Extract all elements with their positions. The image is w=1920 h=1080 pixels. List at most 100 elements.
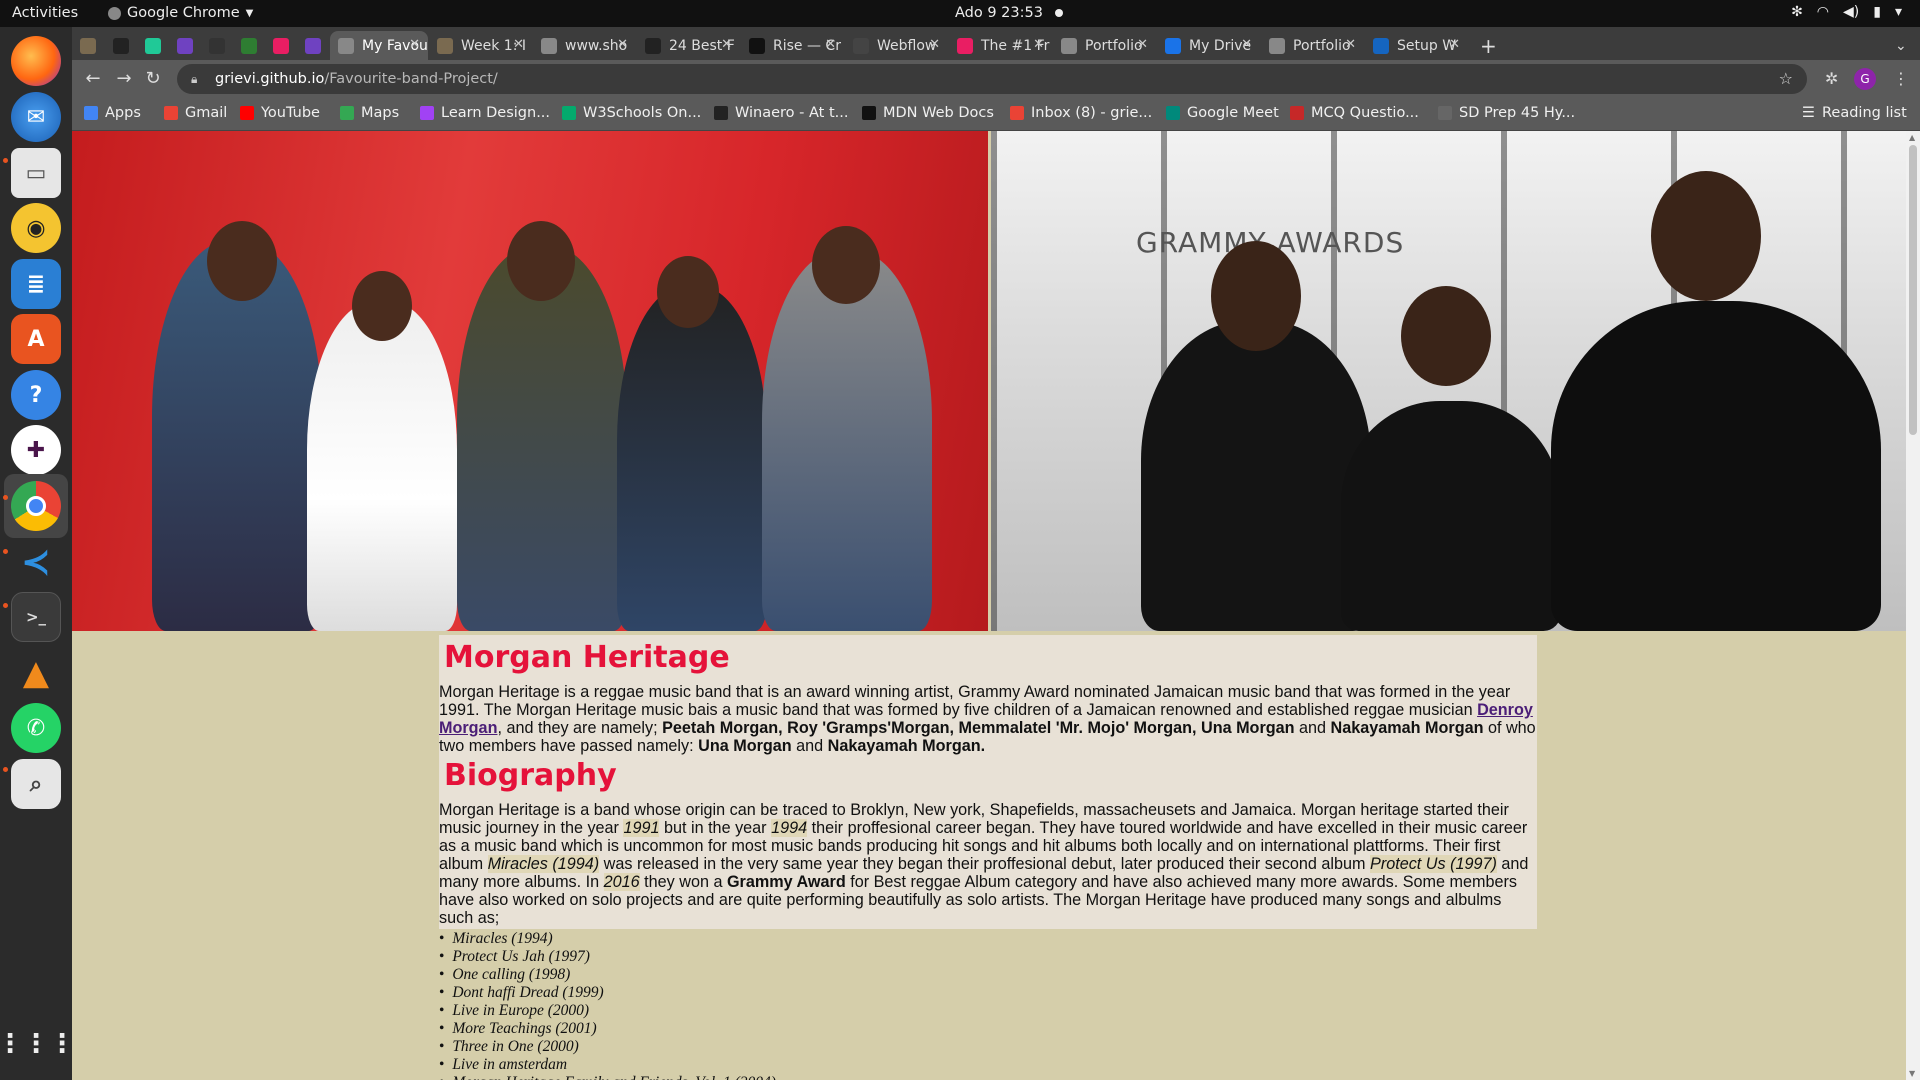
browser-tab[interactable] xyxy=(297,31,329,60)
browser-tab[interactable] xyxy=(105,31,137,60)
tab-close-icon[interactable]: ✕ xyxy=(929,37,940,52)
bookmark-item[interactable]: MCQ Questio... xyxy=(1290,105,1419,121)
browser-tab[interactable] xyxy=(169,31,201,60)
browser-tab[interactable]: Webflow ✕ xyxy=(845,31,948,60)
new-tab-plus-icon[interactable]: + xyxy=(1472,31,1502,60)
album-list-item: Live in Europe (2000) xyxy=(439,1002,776,1020)
scrollbar-thumb[interactable] xyxy=(1909,145,1917,435)
system-tray[interactable]: ✻ ◠ ◀) ▮ ▾ xyxy=(1791,4,1902,20)
bookmark-item[interactable]: Inbox (8) - grie... xyxy=(1010,105,1152,121)
libreoffice-writer-icon[interactable]: ≣ xyxy=(11,259,61,309)
bookmark-star-icon[interactable]: ☆ xyxy=(1779,64,1793,94)
member-bold: Nakayamah Morgan xyxy=(1330,719,1484,737)
scroll-down-arrow-icon[interactable]: ▼ xyxy=(1909,1069,1915,1078)
terminal-icon[interactable]: >_ xyxy=(11,592,61,642)
vlc-icon[interactable]: ▲ xyxy=(11,648,61,698)
tab-close-icon[interactable]: ✕ xyxy=(409,37,420,52)
chrome-icon[interactable] xyxy=(11,481,61,531)
passed-member-bold: Nakayamah Morgan. xyxy=(827,737,986,755)
browser-tab[interactable] xyxy=(233,31,265,60)
bookmark-item[interactable]: W3Schools On... xyxy=(562,105,701,121)
browser-tab[interactable] xyxy=(72,31,104,60)
tab-close-icon[interactable]: ✕ xyxy=(1449,37,1460,52)
intro-paragraph: Morgan Heritage is a reggae music band t… xyxy=(439,683,1537,755)
browser-tab[interactable]: My Drive ✕ xyxy=(1157,31,1260,60)
bookmark-item[interactable]: Winaero - At t... xyxy=(714,105,848,121)
files-icon[interactable]: ▭ xyxy=(11,148,61,198)
reading-list-label: Reading list xyxy=(1822,105,1907,121)
profile-avatar[interactable]: G xyxy=(1854,68,1876,90)
browser-tab[interactable] xyxy=(137,31,169,60)
tab-close-icon[interactable]: ✕ xyxy=(1033,37,1044,52)
power-menu-icon[interactable]: ▾ xyxy=(1895,4,1902,20)
browser-tab[interactable]: Week 1: I ✕ xyxy=(429,31,532,60)
tab-close-icon[interactable]: ✕ xyxy=(1137,37,1148,52)
browser-tab[interactable]: Rise — Cr ✕ xyxy=(741,31,844,60)
software-center-icon[interactable]: A xyxy=(11,314,61,364)
slack-icon[interactable]: ✚ xyxy=(11,425,61,475)
browser-tab[interactable]: 24 Best F ✕ xyxy=(637,31,740,60)
year-italic: 1991 xyxy=(623,819,660,837)
band-member-head xyxy=(507,221,575,301)
tab-close-icon[interactable]: ✕ xyxy=(617,37,628,52)
show-apps-grid-icon[interactable]: ⋮⋮⋮ xyxy=(0,1019,75,1069)
tab-favicon-icon xyxy=(645,37,661,54)
vscode-icon[interactable]: ≺ xyxy=(11,537,61,587)
bookmark-item[interactable]: MDN Web Docs xyxy=(862,105,994,121)
bookmark-label: YouTube xyxy=(261,105,320,121)
reload-icon[interactable]: ↻ xyxy=(142,68,164,90)
bookmark-item[interactable]: Google Meet xyxy=(1166,105,1279,121)
activities-button[interactable]: Activities xyxy=(12,5,78,21)
page-scrollbar[interactable]: ▲ ▼ xyxy=(1906,131,1920,1080)
bookmark-item[interactable]: Maps xyxy=(340,105,399,121)
reading-list-button[interactable]: ☰ Reading list xyxy=(1802,105,1907,121)
tab-close-icon[interactable]: ✕ xyxy=(1345,37,1356,52)
browser-tab[interactable]: Portfolio ✕ xyxy=(1261,31,1364,60)
bookmark-item[interactable]: Apps xyxy=(84,105,141,121)
slack-tray-icon[interactable]: ✻ xyxy=(1791,4,1803,20)
browser-tab[interactable]: The #1 Fr ✕ xyxy=(949,31,1052,60)
clock[interactable]: Ado 9 23:53 xyxy=(955,5,1063,21)
album-list: Miracles (1994)Protect Us Jah (1997)One … xyxy=(439,930,776,1080)
firefox-icon[interactable] xyxy=(11,36,61,86)
chrome-menu-kebab-icon[interactable]: ⋮ xyxy=(1893,69,1909,88)
thunderbird-icon[interactable]: ✉ xyxy=(11,92,61,142)
browser-tab[interactable]: www.sho ✕ xyxy=(533,31,636,60)
tab-search-dropdown-icon[interactable]: ⌄ xyxy=(1887,31,1915,60)
bookmark-favicon-icon xyxy=(862,106,876,120)
app-menu[interactable]: Google Chrome ▼ xyxy=(108,5,253,21)
tab-close-icon[interactable]: ✕ xyxy=(513,37,524,52)
browser-tab[interactable]: My Favou ✕ xyxy=(330,31,428,60)
tab-title: Portfolio xyxy=(1293,37,1351,54)
browser-tab[interactable]: Setup W ✕ xyxy=(1365,31,1468,60)
scroll-up-arrow-icon[interactable]: ▲ xyxy=(1909,133,1915,142)
tab-close-icon[interactable]: ✕ xyxy=(721,37,732,52)
back-arrow-icon[interactable]: ← xyxy=(82,68,104,90)
bookmark-label: Inbox (8) - grie... xyxy=(1031,105,1153,121)
extensions-puzzle-icon[interactable]: ✲ xyxy=(1825,69,1838,88)
tab-close-icon[interactable]: ✕ xyxy=(1241,37,1252,52)
url-host: grievi.github.io xyxy=(215,71,325,87)
forward-arrow-icon[interactable]: → xyxy=(113,68,135,90)
rhythmbox-icon[interactable]: ◉ xyxy=(11,203,61,253)
address-bar[interactable]: 🔒︎ grievi.github.io/Favourite-band-Proje… xyxy=(177,64,1807,94)
bookmark-item[interactable]: YouTube xyxy=(240,105,320,121)
help-icon[interactable]: ? xyxy=(11,370,61,420)
running-indicator xyxy=(3,158,8,163)
album-italic: Protect Us (1997) xyxy=(1370,855,1497,873)
bookmark-favicon-icon xyxy=(84,106,98,120)
bookmark-item[interactable]: Gmail xyxy=(164,105,227,121)
tab-close-icon[interactable]: ✕ xyxy=(825,37,836,52)
browser-tab[interactable] xyxy=(265,31,297,60)
browser-tab[interactable]: Portfolio ✕ xyxy=(1053,31,1156,60)
whatsapp-icon[interactable]: ✆ xyxy=(11,703,61,753)
reading-list-icon: ☰ xyxy=(1802,105,1815,121)
band-member-head xyxy=(1401,286,1491,386)
biography-heading: Biography xyxy=(444,758,617,793)
screenshot-search-icon[interactable]: ⌕ xyxy=(11,759,61,809)
bookmark-item[interactable]: SD Prep 45 Hy... xyxy=(1438,105,1575,121)
bookmark-item[interactable]: Learn Design... xyxy=(420,105,550,121)
bookmark-label: Learn Design... xyxy=(441,105,551,121)
browser-tab[interactable] xyxy=(201,31,233,60)
album-list-item: More Teachings (2001) xyxy=(439,1020,776,1038)
